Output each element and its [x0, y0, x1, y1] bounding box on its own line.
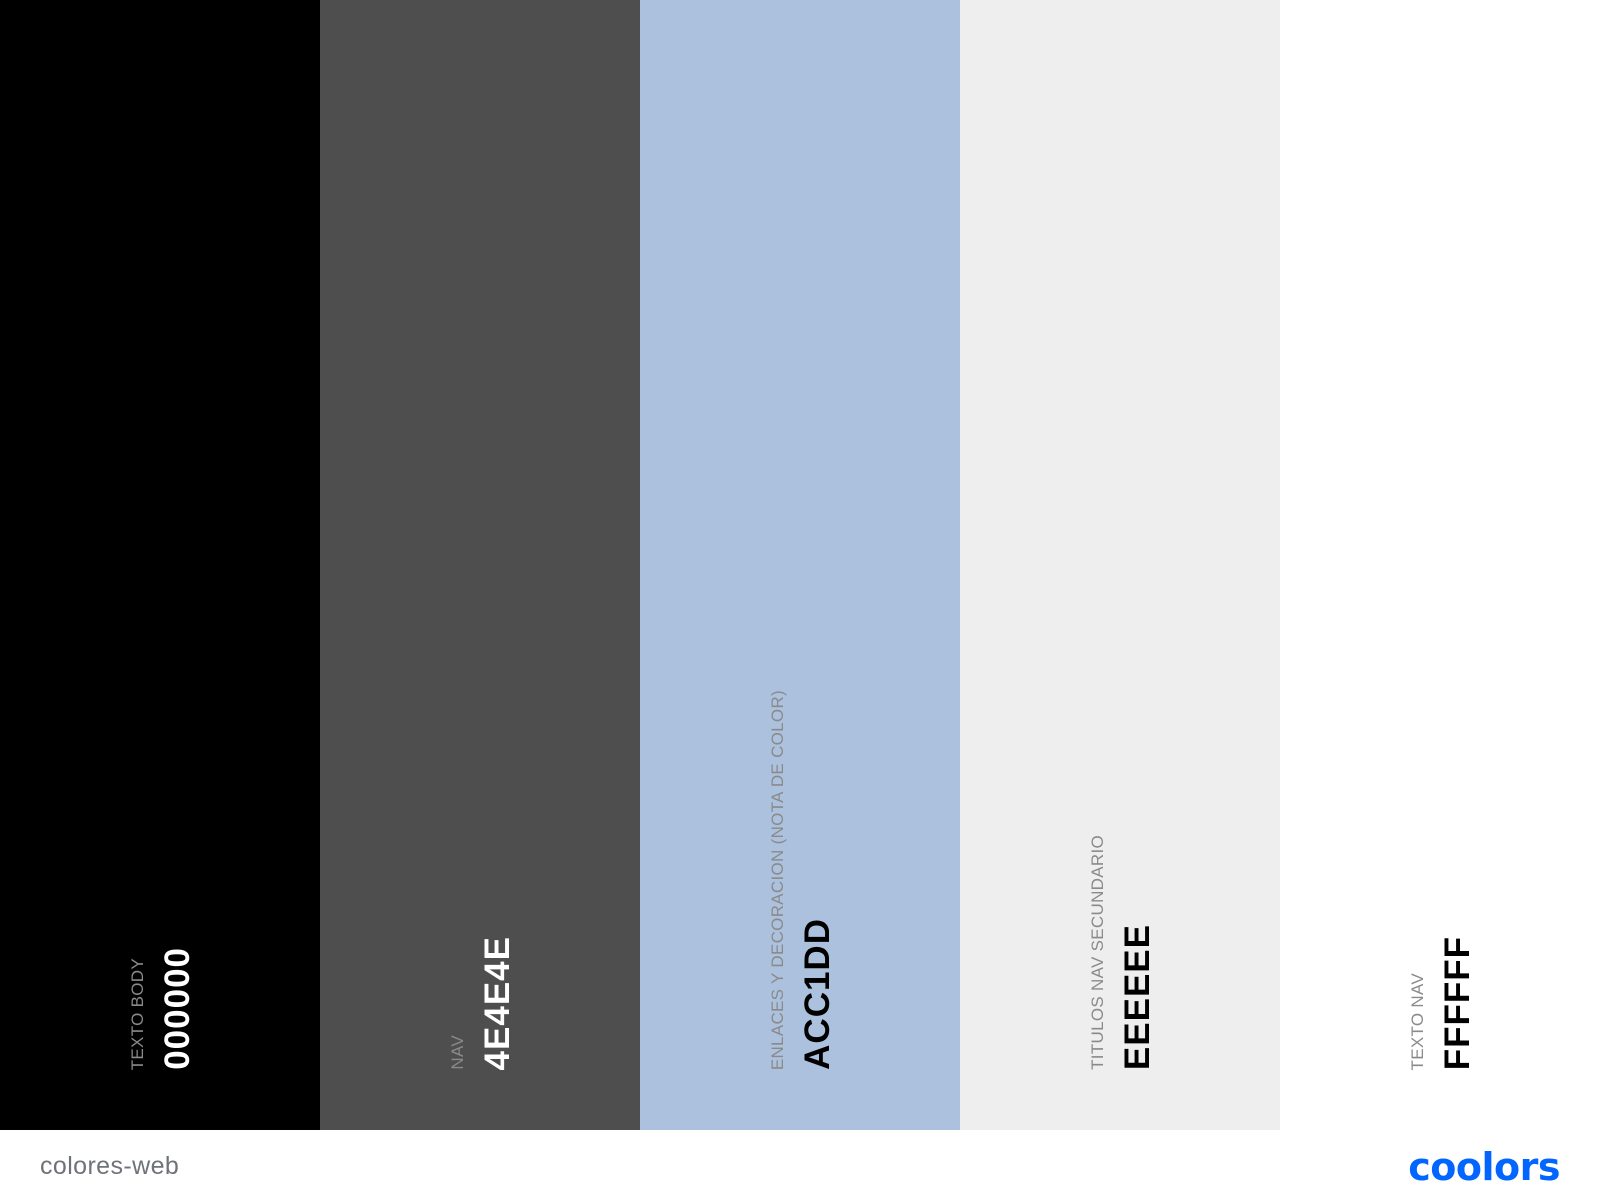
swatch-label: NAV — [448, 1035, 467, 1070]
swatch-label: TEXTO NAV — [1408, 972, 1427, 1070]
color-swatch-1[interactable]: TEXTO BODY 000000 — [0, 0, 320, 1130]
swatch-hex-code[interactable]: 4E4E4E — [478, 936, 518, 1070]
color-swatch-5[interactable]: TEXTO NAV FFFFFF — [1280, 0, 1600, 1130]
swatch-hex-code[interactable]: 000000 — [158, 947, 198, 1070]
swatch-text-group: ENLACES Y DECORACION (NOTA DE COLOR) ACC… — [768, 0, 838, 1130]
swatch-hex-code[interactable]: FFFFFF — [1438, 936, 1478, 1070]
coolors-logo[interactable]: coolors — [1408, 1145, 1560, 1189]
swatch-text-group: NAV 4E4E4E — [448, 0, 518, 1130]
color-swatch-4[interactable]: TITULOS NAV SECUNDARIO EEEEEE — [960, 0, 1280, 1130]
swatch-text-group: TEXTO BODY 000000 — [128, 0, 198, 1130]
color-swatch-3[interactable]: ENLACES Y DECORACION (NOTA DE COLOR) ACC… — [640, 0, 960, 1130]
swatch-hex-code[interactable]: ACC1DD — [798, 918, 838, 1070]
color-swatch-2[interactable]: NAV 4E4E4E — [320, 0, 640, 1130]
swatch-label: ENLACES Y DECORACION (NOTA DE COLOR) — [768, 689, 787, 1070]
swatch-hex-code[interactable]: EEEEEE — [1118, 924, 1158, 1070]
palette-name: colores-web — [40, 1152, 180, 1180]
color-palette: TEXTO BODY 000000 NAV 4E4E4E ENLACES Y D… — [0, 0, 1600, 1130]
swatch-label: TEXTO BODY — [128, 957, 147, 1070]
swatch-text-group: TEXTO NAV FFFFFF — [1408, 0, 1478, 1130]
swatch-label: TITULOS NAV SECUNDARIO — [1088, 835, 1107, 1070]
swatch-text-group: TITULOS NAV SECUNDARIO EEEEEE — [1088, 0, 1158, 1130]
